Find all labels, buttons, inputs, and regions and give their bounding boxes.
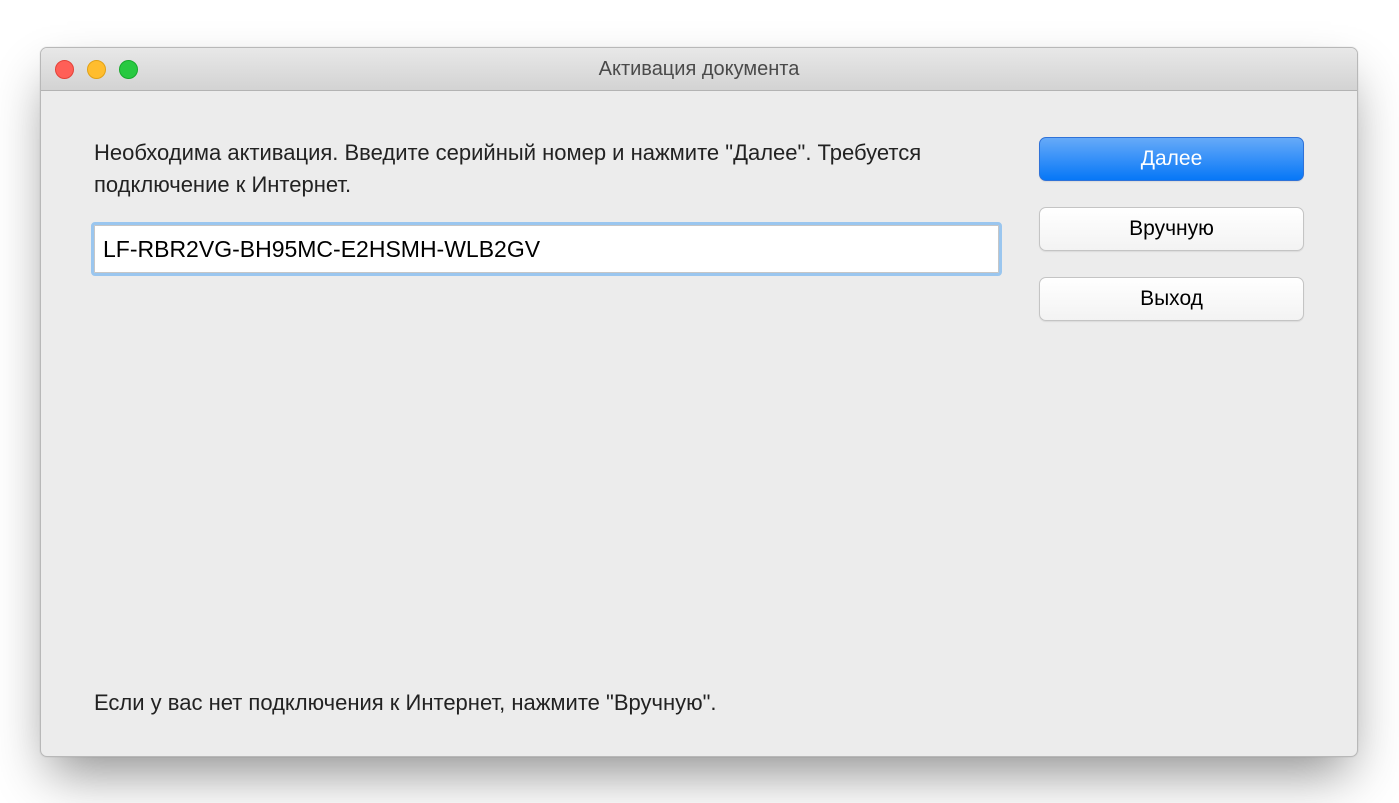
instructions-text: Необходима активация. Введите серийный н… bbox=[94, 137, 999, 201]
close-icon[interactable] bbox=[55, 60, 74, 79]
minimize-icon[interactable] bbox=[87, 60, 106, 79]
button-column: Далее Вручную Выход bbox=[1039, 137, 1304, 716]
serial-input-wrap bbox=[94, 225, 999, 273]
left-column: Необходима активация. Введите серийный н… bbox=[94, 137, 999, 716]
footer-text: Если у вас нет подключения к Интернет, н… bbox=[94, 690, 999, 716]
content-area: Необходима активация. Введите серийный н… bbox=[41, 91, 1357, 756]
titlebar: Активация документа bbox=[41, 48, 1357, 91]
zoom-icon[interactable] bbox=[119, 60, 138, 79]
window-title: Активация документа bbox=[41, 58, 1357, 81]
activation-window: Активация документа Необходима активация… bbox=[40, 47, 1358, 757]
serial-number-input[interactable] bbox=[94, 225, 999, 273]
next-button[interactable]: Далее bbox=[1039, 137, 1304, 181]
traffic-lights bbox=[55, 48, 138, 90]
exit-button[interactable]: Выход bbox=[1039, 277, 1304, 321]
manual-button[interactable]: Вручную bbox=[1039, 207, 1304, 251]
